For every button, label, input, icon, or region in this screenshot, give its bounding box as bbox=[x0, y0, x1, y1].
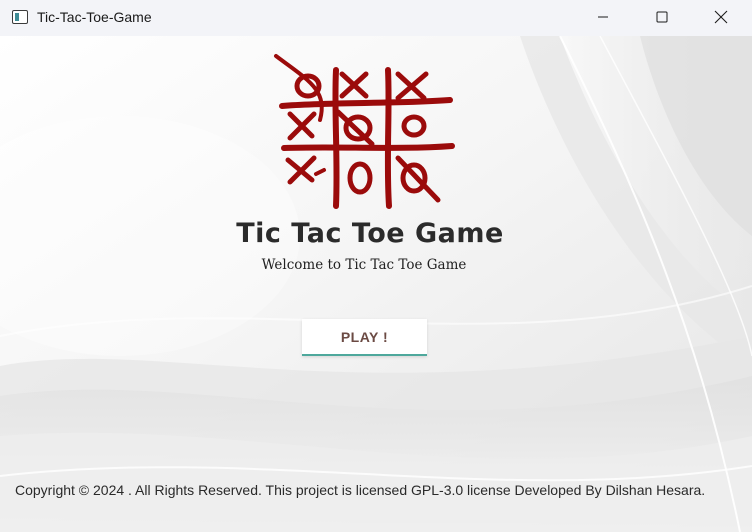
play-button[interactable]: PLAY ! bbox=[302, 319, 427, 356]
close-icon bbox=[714, 10, 728, 24]
minimize-button[interactable] bbox=[574, 0, 632, 34]
maximize-icon bbox=[656, 11, 668, 23]
close-button[interactable] bbox=[692, 0, 750, 34]
maximize-button[interactable] bbox=[633, 0, 691, 34]
main-content: Tic Tac Toe Game Welcome to Tic Tac Toe … bbox=[0, 36, 752, 532]
tic-tac-toe-logo bbox=[274, 54, 455, 209]
window-title: Tic-Tac-Toe-Game bbox=[37, 9, 152, 25]
title-bar[interactable]: Tic-Tac-Toe-Game bbox=[0, 0, 752, 36]
minimize-icon bbox=[598, 16, 608, 18]
game-title: Tic Tac Toe Game bbox=[236, 218, 504, 249]
app-window: Tic-Tac-Toe-Game Tic Tac Toe Game Welcom… bbox=[0, 0, 752, 532]
welcome-subtitle: Welcome to Tic Tac Toe Game bbox=[261, 257, 467, 273]
app-window-icon bbox=[12, 10, 28, 24]
footer-copyright: Copyright © 2024 . All Rights Reserved. … bbox=[15, 482, 706, 498]
